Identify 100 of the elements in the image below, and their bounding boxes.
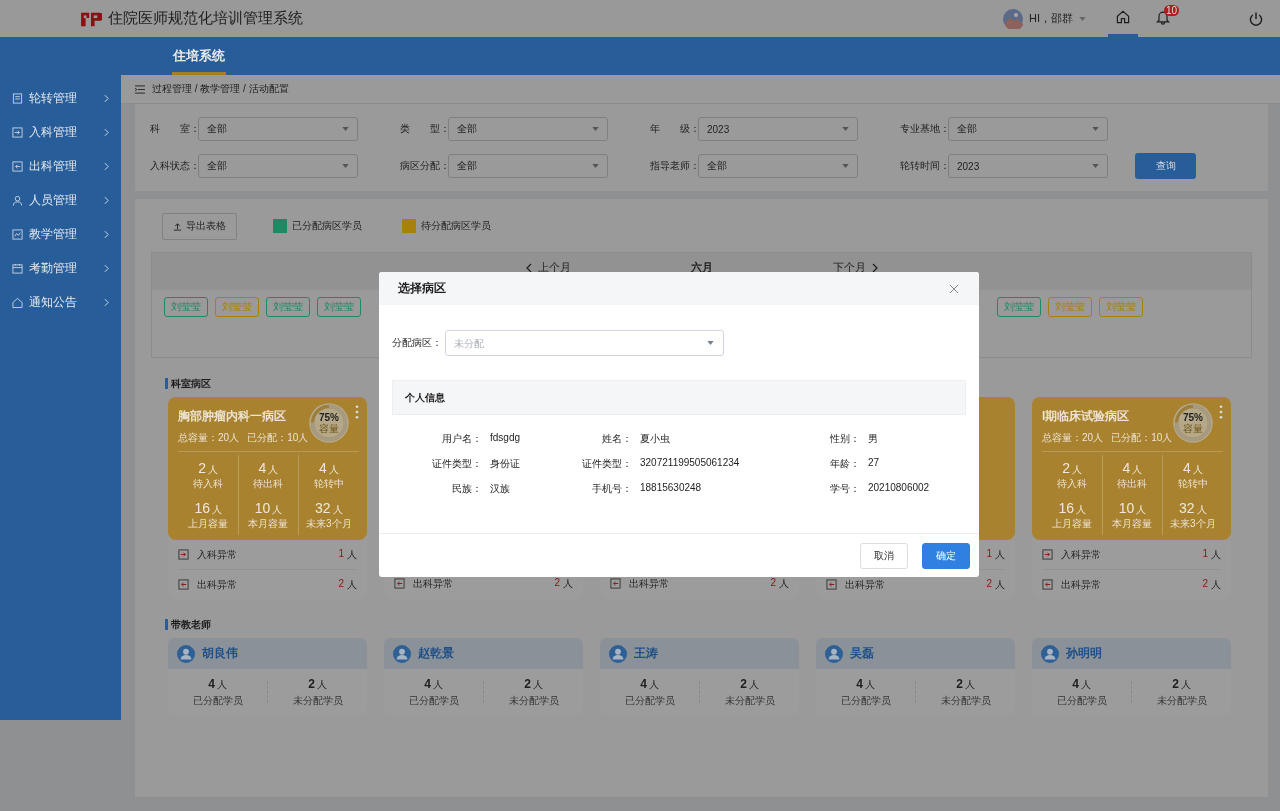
sidebar-item[interactable]: 人员管理 (0, 183, 121, 217)
filter-select[interactable]: 全部 (198, 154, 358, 178)
stat-unit: 人 (216, 678, 227, 690)
sidebar-item[interactable]: 轮转管理 (0, 81, 121, 115)
stat-value: 4 (318, 459, 327, 476)
stat-value: 10 (254, 499, 271, 516)
stat-label: 已分配学员 (624, 693, 675, 708)
filter-label: 科 室： (150, 122, 198, 136)
filter-select[interactable]: 全部 (448, 154, 608, 178)
sidebar-item[interactable]: 教学管理 (0, 217, 121, 251)
stat-label: 已分配学员 (840, 693, 891, 708)
chevron-right-icon (104, 229, 109, 239)
sidebar-item[interactable]: 出科管理 (0, 149, 121, 183)
caret-icon[interactable] (1079, 16, 1086, 21)
filter-label: 病区分配： (400, 159, 448, 173)
stat-unit: 人 (648, 678, 659, 690)
stat-unit: 人 (328, 463, 339, 475)
caret-icon (342, 127, 349, 131)
more-icon[interactable] (1219, 405, 1223, 419)
stat-unit: 人 (1196, 503, 1207, 515)
confirm-button[interactable]: 确定 (922, 542, 970, 569)
anomaly-unit: 人 (1211, 577, 1221, 592)
caret-icon (342, 164, 349, 168)
info-label: 学号： (829, 482, 861, 496)
stat-label: 轮转中 (1177, 476, 1208, 491)
filter-select[interactable]: 2023 (948, 154, 1108, 178)
teacher-name: 赵乾景 (418, 645, 454, 662)
anomaly-label: 入科异常 (197, 547, 238, 562)
teacher-name: 胡良伟 (202, 645, 238, 662)
stat-label: 待出科 (253, 476, 284, 491)
stat-value: 2 (740, 676, 747, 691)
filter-label: 指导老师： (650, 159, 698, 173)
anomaly-label: 出科异常 (413, 576, 454, 591)
stat-unit: 人 (748, 678, 759, 690)
stat-value: 2 (524, 676, 531, 691)
enter-icon (12, 126, 23, 138)
close-icon[interactable] (949, 283, 959, 294)
chevron-right-icon (104, 195, 109, 205)
info-label: 民族： (451, 482, 483, 496)
capacity-ring (307, 401, 351, 445)
field-label: 分配病区： (392, 336, 442, 350)
anomaly-count: 2 (338, 577, 344, 591)
power-icon[interactable] (1248, 10, 1264, 27)
stat-label: 上月容量 (188, 516, 229, 531)
teacher-name: 王涛 (634, 645, 658, 662)
filter-select[interactable]: 2023 (698, 117, 858, 141)
stat-value: 2 (1062, 459, 1071, 476)
filter-label: 年 级： (650, 122, 698, 136)
info-value: 男 (868, 432, 879, 446)
stat-value: 4 (640, 676, 647, 691)
menu-fold-icon[interactable] (135, 84, 146, 94)
stat-label: 未分配学员 (508, 693, 559, 708)
ring-percent: 75% (319, 412, 339, 423)
next-month-link[interactable]: 下个月 (832, 260, 878, 275)
stat-unit: 人 (1075, 503, 1086, 515)
exit-icon (178, 579, 189, 590)
capacity-ring (1171, 401, 1215, 445)
info-label: 用户名： (441, 432, 483, 446)
ward-assigned: 已分配：10人 (1111, 431, 1173, 445)
sidebar-item[interactable]: 通知公告 (0, 285, 121, 319)
stat-value: 2 (198, 459, 207, 476)
info-value: 汉族 (490, 482, 511, 496)
query-button[interactable]: 查询 (1135, 153, 1196, 179)
avatar-icon[interactable] (1003, 8, 1023, 29)
anomaly-label: 出科异常 (845, 577, 886, 592)
filter-select[interactable]: 全部 (698, 154, 858, 178)
stat-value: 16 (194, 499, 210, 516)
stat-value: 32 (315, 499, 331, 516)
anomaly-count: 2 (770, 576, 776, 590)
filter-select[interactable]: 全部 (448, 117, 608, 141)
anomaly-count: 1 (1202, 547, 1208, 561)
anomaly-count: 2 (554, 576, 560, 590)
user-greeting[interactable]: HI，邵群 (1029, 11, 1073, 26)
filter-select[interactable]: 全部 (198, 117, 358, 141)
stat-value: 32 (1179, 499, 1195, 516)
sidebar-item[interactable]: 考勤管理 (0, 251, 121, 285)
info-label: 性别： (829, 432, 861, 446)
stat-unit: 人 (272, 503, 283, 515)
nav-button[interactable]: 10 (1148, 0, 1178, 37)
upload-icon (173, 221, 182, 231)
ring-label: 容量 (1183, 423, 1203, 434)
anomaly-unit: 人 (779, 576, 789, 591)
stat-unit: 人 (1180, 678, 1191, 690)
anomaly-count: 1 (986, 547, 992, 561)
ward-select[interactable]: 未分配 (445, 330, 724, 356)
info-value: 20210806002 (868, 482, 931, 495)
export-button[interactable]: 导出表格 (162, 212, 237, 240)
stat-value: 4 (424, 676, 431, 691)
filter-select[interactable]: 全部 (948, 117, 1108, 141)
stat-unit: 人 (208, 463, 219, 475)
cancel-button[interactable]: 取消 (860, 542, 908, 569)
stat-unit: 人 (332, 503, 343, 515)
more-icon[interactable] (355, 405, 359, 419)
chevron-right-icon (104, 161, 109, 171)
prev-month-link[interactable]: 上个月 (525, 260, 571, 275)
stat-unit: 人 (964, 678, 975, 690)
caret-icon (592, 127, 599, 131)
stat-value: 4 (258, 459, 267, 476)
sidebar-item[interactable]: 入科管理 (0, 115, 121, 149)
info-value: 18815630248 (640, 482, 703, 495)
